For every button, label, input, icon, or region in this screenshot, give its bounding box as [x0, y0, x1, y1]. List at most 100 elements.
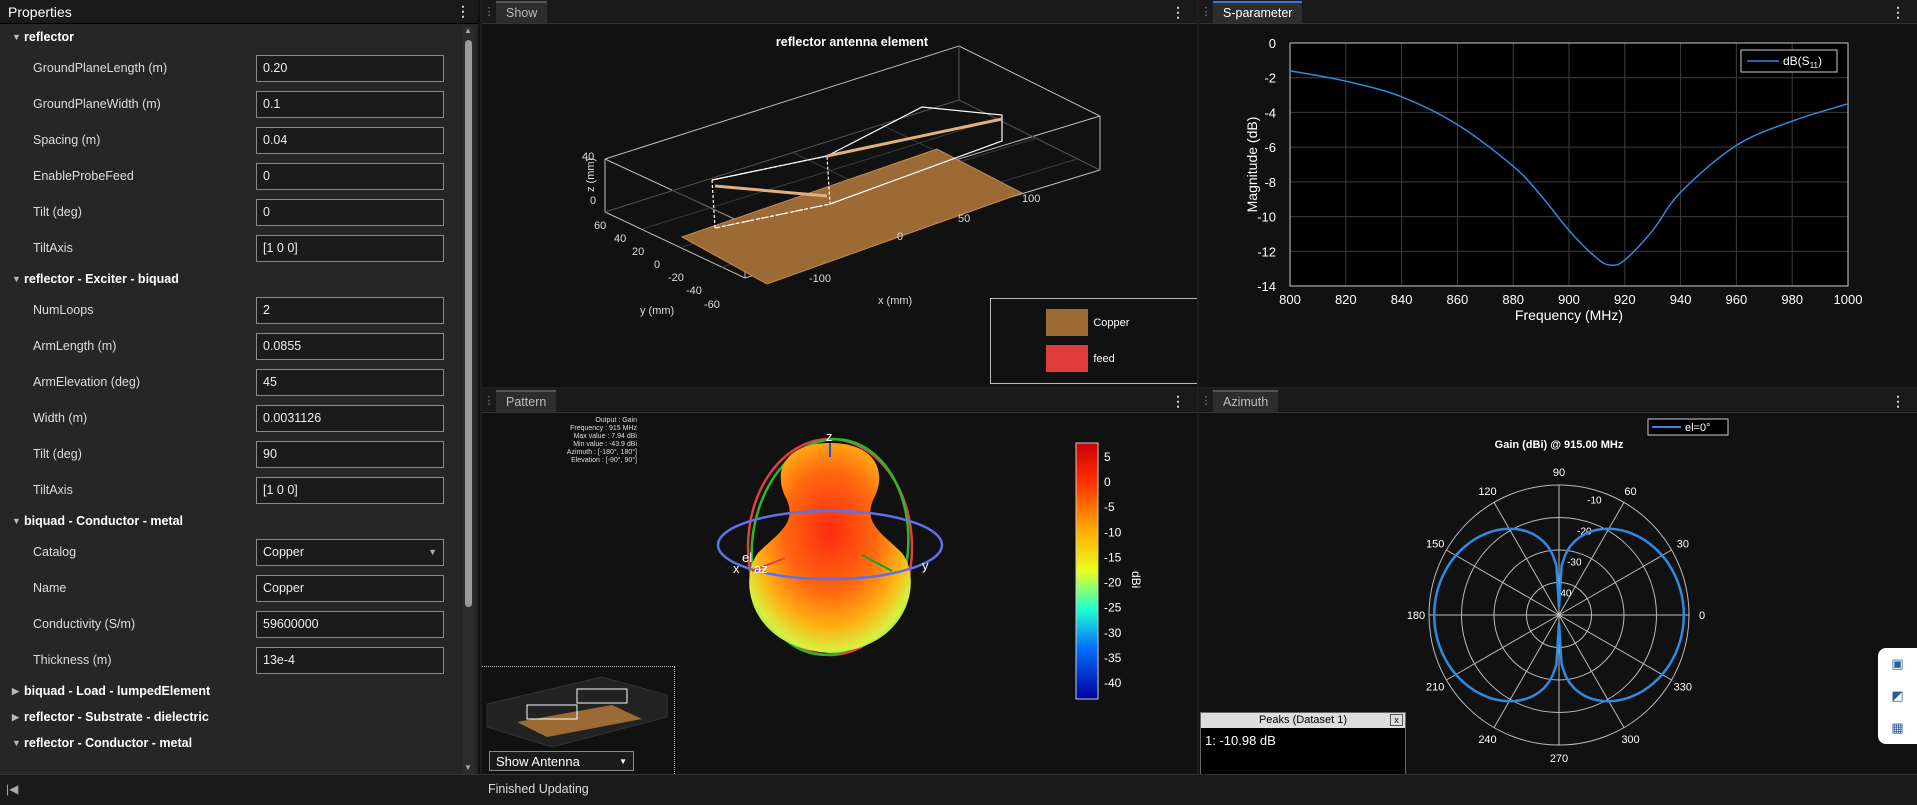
x-tick-label: 940: [1670, 292, 1692, 307]
y-tick: 40: [614, 233, 626, 245]
expand-right-icon[interactable]: ▶: [12, 686, 24, 697]
property-row: Spacing (m) 0.04: [0, 122, 464, 158]
show-tabbar: ⋮ Show ⋮: [482, 0, 1197, 24]
y-tick: -60: [704, 299, 720, 311]
y-tick-label: -10: [1257, 210, 1276, 225]
properties-title: Properties: [8, 3, 72, 20]
property-label: Tilt (deg): [33, 205, 82, 219]
tab-pattern[interactable]: Pattern: [496, 390, 557, 412]
property-row: Width (m) 0.0031126: [0, 400, 464, 436]
y-tick-label: -6: [1264, 140, 1276, 155]
property-value: 0: [263, 205, 270, 219]
polar-angle-label: 60: [1624, 486, 1636, 498]
show-menu-icon[interactable]: ⋮: [1171, 4, 1185, 21]
y-tick-label: -8: [1264, 175, 1276, 190]
property-row: GroundPlaneWidth (m) 0.1: [0, 86, 464, 122]
tab-show[interactable]: Show: [496, 1, 548, 23]
colorbar-tick: -30: [1104, 626, 1122, 640]
x-tick-label: 840: [1391, 292, 1413, 307]
property-input[interactable]: 0.0855: [256, 332, 444, 360]
property-label: ArmLength (m): [33, 339, 117, 353]
property-value: 0.1: [263, 97, 281, 111]
polar-angle-label: 30: [1677, 539, 1689, 551]
property-value: 90: [263, 447, 277, 461]
property-input[interactable]: [1 0 0]: [256, 476, 444, 504]
section-header[interactable]: ▼ reflector - Exciter - biquad: [0, 266, 464, 292]
data-tips-icon[interactable]: ◩: [1878, 680, 1917, 712]
polar-angle-label: 210: [1426, 682, 1444, 694]
property-label: Catalog: [33, 545, 77, 559]
section-header[interactable]: ▼ reflector: [0, 24, 464, 50]
property-input[interactable]: 0.20: [256, 54, 444, 82]
collapse-panel-icon[interactable]: |◀: [6, 782, 18, 796]
polar-angle-label: 90: [1553, 467, 1565, 479]
property-value: Copper: [263, 581, 304, 595]
property-input[interactable]: [1 0 0]: [256, 234, 444, 262]
pattern-y-label: y: [922, 558, 929, 573]
azimuth-menu-icon[interactable]: ⋮: [1891, 393, 1905, 410]
property-input[interactable]: 2: [256, 296, 444, 324]
property-input[interactable]: 90: [256, 440, 444, 468]
expand-down-icon[interactable]: ▼: [12, 274, 24, 284]
x-tick-label: 820: [1335, 292, 1357, 307]
y-tick: 60: [594, 220, 606, 232]
x-tick-label: 880: [1502, 292, 1524, 307]
show-antenna-dropdown[interactable]: Show Antenna ▼: [489, 751, 634, 771]
chevron-down-icon: ▼: [428, 547, 437, 557]
scrollbar-thumb[interactable]: [465, 40, 472, 607]
properties-scrollbar[interactable]: ▲ ▼: [463, 26, 474, 774]
x-tick: 100: [1022, 193, 1040, 205]
scroll-down-icon[interactable]: ▼: [464, 763, 472, 772]
property-input[interactable]: 0: [256, 198, 444, 226]
grip-icon[interactable]: ⋮: [482, 0, 496, 23]
expand-down-icon[interactable]: ▼: [12, 32, 24, 42]
section-header[interactable]: ▶ reflector - Substrate - dielectric: [0, 704, 464, 730]
y-tick: -40: [686, 285, 702, 297]
expand-down-icon[interactable]: ▼: [12, 738, 24, 748]
y-tick: 20: [632, 246, 644, 258]
colorbar: [1075, 442, 1099, 700]
section-label: reflector - Substrate - dielectric: [24, 710, 209, 724]
y-tick-label: 0: [1269, 36, 1276, 51]
z-tick-40: 40: [582, 151, 594, 163]
grip-icon[interactable]: ⋮: [1199, 0, 1213, 23]
property-input[interactable]: 59600000: [256, 610, 444, 638]
sparameter-menu-icon[interactable]: ⋮: [1891, 4, 1905, 21]
polar-angle-label: 270: [1550, 753, 1568, 765]
tab-s-parameter[interactable]: S-parameter: [1213, 1, 1303, 23]
property-input[interactable]: 0.0031126: [256, 404, 444, 432]
expand-right-icon[interactable]: ▶: [12, 712, 24, 723]
property-input[interactable]: 45: [256, 368, 444, 396]
property-input[interactable]: 0.04: [256, 126, 444, 154]
section-header[interactable]: ▼ biquad - Conductor - metal: [0, 508, 464, 534]
property-dropdown[interactable]: Copper ▼: [256, 538, 444, 566]
peaks-title: Peaks (Dataset 1): [1258, 714, 1348, 726]
property-input[interactable]: 13e-4: [256, 646, 444, 674]
peaks-table: Peaks (Dataset 1) x 1: -10.98 dB: [1200, 712, 1406, 776]
pattern-z-label: z: [826, 429, 833, 444]
expand-down-icon[interactable]: ▼: [12, 516, 24, 526]
property-input[interactable]: 0.1: [256, 90, 444, 118]
table-icon[interactable]: ▦: [1878, 712, 1917, 744]
legend-prefix: dB(S: [1783, 54, 1810, 68]
pattern-menu-icon[interactable]: ⋮: [1171, 393, 1185, 410]
property-input[interactable]: Copper: [256, 574, 444, 602]
close-icon[interactable]: x: [1390, 714, 1403, 726]
property-input[interactable]: 0: [256, 162, 444, 190]
section-header[interactable]: ▼ reflector - Conductor - metal: [0, 730, 464, 756]
status-bar: |◀ Finished Updating: [0, 774, 1917, 805]
property-row: Conductivity (S/m) 59600000: [0, 606, 464, 642]
colorbar-tick: -15: [1104, 550, 1122, 564]
grip-icon[interactable]: ⋮: [482, 389, 496, 412]
property-row: EnableProbeFeed 0: [0, 158, 464, 194]
section-header[interactable]: ▶ biquad - Load - lumpedElement: [0, 678, 464, 704]
properties-panel: Properties ⋮ ▼ reflector GroundPlaneLength…: [0, 0, 480, 774]
tab-azimuth[interactable]: Azimuth: [1213, 390, 1279, 412]
pattern-el-label: el: [742, 550, 752, 565]
legend-label-copper: Copper: [1093, 316, 1130, 329]
copy-icon[interactable]: ▣: [1878, 648, 1917, 680]
grip-icon[interactable]: ⋮: [1199, 389, 1213, 412]
scroll-up-icon[interactable]: ▲: [464, 26, 472, 35]
property-label: Thickness (m): [33, 653, 112, 667]
properties-menu-icon[interactable]: ⋮: [456, 3, 470, 20]
